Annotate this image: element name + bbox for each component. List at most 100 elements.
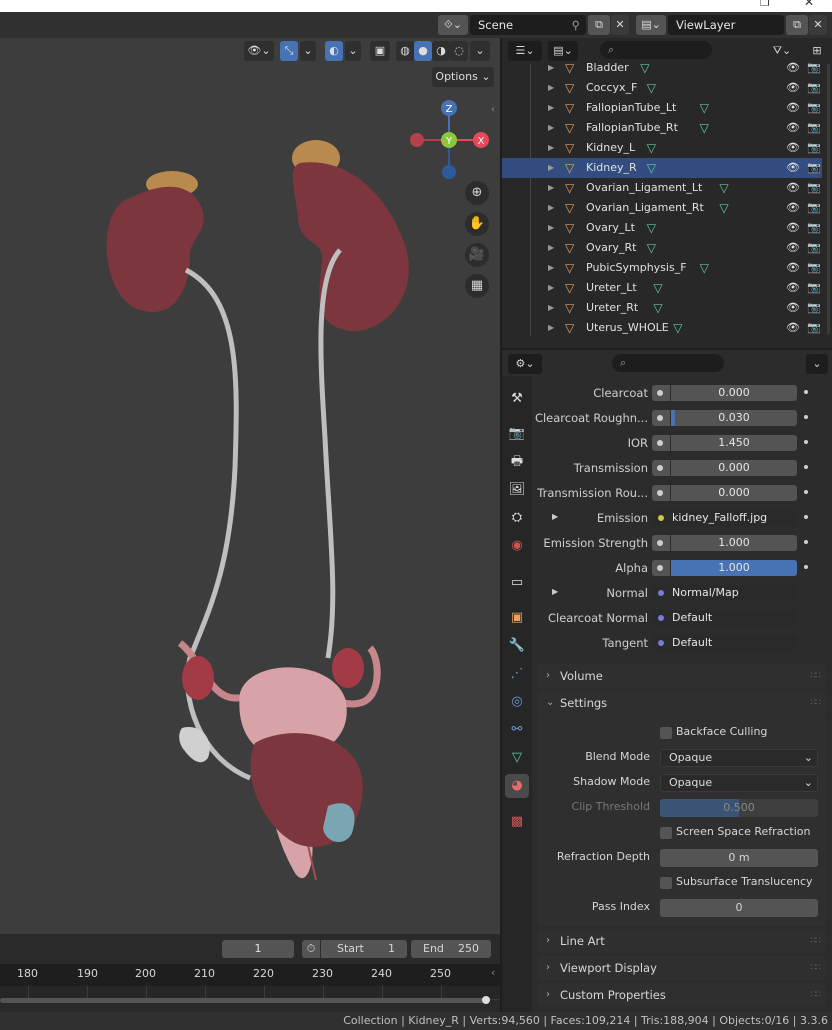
socket-dot-icon[interactable] (652, 385, 670, 401)
clip-threshold-slider[interactable]: 0.500 (660, 799, 818, 817)
wireframe-shading-icon[interactable]: ◍ (396, 41, 414, 61)
timeline-editor[interactable]: 1 ⏱ Start 1 End 250 180 190 200 210 220 … (0, 934, 500, 1012)
viewlayer-name-field[interactable]: ViewLayer (668, 15, 784, 35)
camera-icon[interactable]: 📷 (807, 138, 821, 158)
disclosure-triangle-icon[interactable]: ▶ (548, 78, 554, 98)
disclosure-triangle-icon[interactable]: ▶ (548, 158, 554, 178)
outliner-item-name[interactable]: Ovary_Rt (586, 238, 636, 258)
camera-icon[interactable]: 📷 (807, 258, 821, 278)
shadow-mode-dropdown[interactable]: Opaque ⌄ (660, 774, 818, 792)
restore-window-icon[interactable]: ❐ (760, 0, 770, 9)
drag-grip-icon[interactable]: ∷∷ (811, 956, 822, 980)
camera-icon[interactable]: 📷 (807, 298, 821, 318)
scene-name-field[interactable]: Scene ⚲ (470, 15, 586, 35)
outliner-item[interactable]: ▶ ▽ Kidney_R ▽ 👁 📷 (502, 158, 822, 178)
socket-dot-icon[interactable] (652, 435, 670, 451)
overlays-menu-icon[interactable]: ⌄ (345, 41, 361, 61)
outliner-item[interactable]: ▶ ▽ FallopianTube_Rt ▽ 👁 📷 (502, 118, 822, 138)
eye-icon[interactable]: 👁 (786, 218, 800, 238)
outliner-item[interactable]: ▶ ▽ Ureter_Rt ▽ 👁 📷 (502, 298, 822, 318)
outliner-item-name[interactable]: Coccyx_F (586, 78, 637, 98)
camera-view-icon[interactable]: 🎥 (465, 243, 489, 267)
frame-ruler[interactable]: 180 190 200 210 220 230 240 250 ‹ (0, 964, 500, 986)
solid-shading-icon[interactable]: ● (414, 41, 432, 61)
socket-dot-icon[interactable] (652, 560, 670, 576)
disclosure-triangle-icon[interactable]: ▶ (548, 58, 554, 78)
property-value-field[interactable]: 0.030 (671, 410, 797, 426)
start-frame-field[interactable]: Start 1 (321, 940, 407, 958)
camera-icon[interactable]: 📷 (807, 118, 821, 138)
mesh-data-icon[interactable]: ▽ (700, 98, 709, 118)
outliner-item[interactable]: ▶ ▽ Ureter_Lt ▽ 👁 📷 (502, 278, 822, 298)
eye-icon[interactable]: 👁 (786, 58, 800, 78)
disclosure-triangle-icon[interactable]: ▶ (548, 318, 554, 338)
camera-icon[interactable]: 📷 (807, 218, 821, 238)
socket-link-field[interactable]: Normal/Map (652, 585, 797, 601)
outliner-item-name[interactable]: Ureter_Lt (586, 278, 637, 298)
gizmo-toggle-icon[interactable]: ⤡ (280, 41, 298, 61)
camera-icon[interactable]: 📷 (807, 238, 821, 258)
property-value-field[interactable]: 0.000 (671, 460, 797, 476)
outliner-item-name[interactable]: Kidney_L (586, 138, 635, 158)
settings-panel-header[interactable]: ⌄ Settings ∷∷ (538, 691, 826, 715)
outliner-item-name[interactable]: PubicSymphysis_F (586, 258, 687, 278)
subsurface-translucency-checkbox[interactable] (660, 877, 672, 889)
outliner-item-name[interactable]: FallopianTube_Lt (586, 98, 676, 118)
texture-properties-icon[interactable]: ▩ (505, 810, 529, 834)
socket-dot-icon[interactable] (652, 485, 670, 501)
eye-icon[interactable]: 👁 (786, 158, 800, 178)
outliner-search-input[interactable]: ⌕ (600, 41, 712, 59)
camera-icon[interactable]: 📷 (807, 198, 821, 218)
mesh-data-icon[interactable]: ▽ (653, 298, 662, 318)
timeline-collapse-icon[interactable]: ‹ (491, 966, 495, 979)
camera-icon[interactable]: 📷 (807, 98, 821, 118)
mesh-data-icon[interactable]: ▽ (719, 198, 728, 218)
line-art-panel-header[interactable]: › Line Art ∷∷ (538, 929, 826, 953)
property-value-field[interactable]: 0.000 (671, 385, 797, 401)
property-value-field[interactable]: 0.000 (671, 485, 797, 501)
outliner-item[interactable]: ▶ ▽ Ovary_Lt ▽ 👁 📷 (502, 218, 822, 238)
camera-icon[interactable]: 📷 (807, 278, 821, 298)
disclosure-triangle-icon[interactable]: ▶ (548, 258, 554, 278)
outliner-item-name[interactable]: FallopianTube_Rt (586, 118, 678, 138)
keyframe-dot-icon[interactable] (804, 490, 808, 494)
property-value-field[interactable]: 1.000 (671, 560, 797, 576)
viewport-display-panel-header[interactable]: › Viewport Display ∷∷ (538, 956, 826, 980)
constraint-properties-icon[interactable]: ⚯ (505, 718, 529, 742)
backface-culling-checkbox[interactable] (660, 727, 672, 739)
disclosure-triangle-icon[interactable]: ▶ (548, 98, 554, 118)
pass-index-field[interactable]: 0 (660, 899, 818, 917)
current-frame-field[interactable]: 1 (222, 940, 294, 958)
eye-icon[interactable]: 👁 (786, 238, 800, 258)
keyframe-dot-icon[interactable] (804, 390, 808, 394)
editor-type-icon[interactable]: ⚙⌄ (508, 354, 542, 374)
pan-hand-icon[interactable]: ✋ (465, 212, 489, 236)
overlays-toggle-icon[interactable]: ◐ (325, 41, 343, 61)
physics-properties-icon[interactable]: ◎ (505, 690, 529, 714)
camera-icon[interactable]: 📷 (807, 158, 821, 178)
outliner-item[interactable]: ▶ ▽ Coccyx_F ▽ 👁 📷 (502, 78, 822, 98)
socket-link-field[interactable]: kidney_Falloff.jpg (652, 510, 797, 526)
mesh-data-icon[interactable]: ▽ (647, 218, 656, 238)
outliner-item[interactable]: ▶ ▽ Ovarian_Ligament_Lt ▽ 👁 📷 (502, 178, 822, 198)
viewlayer-browse-button[interactable]: ▤⌄ (636, 15, 666, 35)
outliner-item-name[interactable]: Ovarian_Ligament_Rt (586, 198, 704, 218)
pin-icon[interactable]: ⚲ (572, 15, 580, 35)
mesh-data-icon[interactable]: ▽ (640, 58, 649, 78)
camera-icon[interactable]: 📷 (807, 58, 821, 78)
scrollbar-handle[interactable] (482, 996, 490, 1004)
close-window-icon[interactable]: ✕ (804, 0, 814, 9)
urinary-reproductive-model[interactable] (90, 138, 410, 898)
disclosure-triangle-icon[interactable]: ▶ (548, 198, 554, 218)
properties-options-icon[interactable]: ⌄ (806, 354, 828, 374)
material-shading-icon[interactable]: ◑ (432, 41, 450, 61)
gizmo-menu-icon[interactable]: ⌄ (300, 41, 316, 61)
socket-dot-icon[interactable] (652, 535, 670, 551)
refraction-depth-field[interactable]: 0 m (660, 849, 818, 867)
new-viewlayer-button[interactable]: ⧉ (786, 15, 808, 35)
timeline-scrollbar[interactable] (0, 998, 488, 1003)
keyframe-dot-icon[interactable] (804, 540, 808, 544)
eye-icon[interactable]: 👁 (786, 198, 800, 218)
eye-icon[interactable]: 👁 (786, 98, 800, 118)
outliner-item-name[interactable]: Uterus_WHOLE (586, 318, 669, 338)
